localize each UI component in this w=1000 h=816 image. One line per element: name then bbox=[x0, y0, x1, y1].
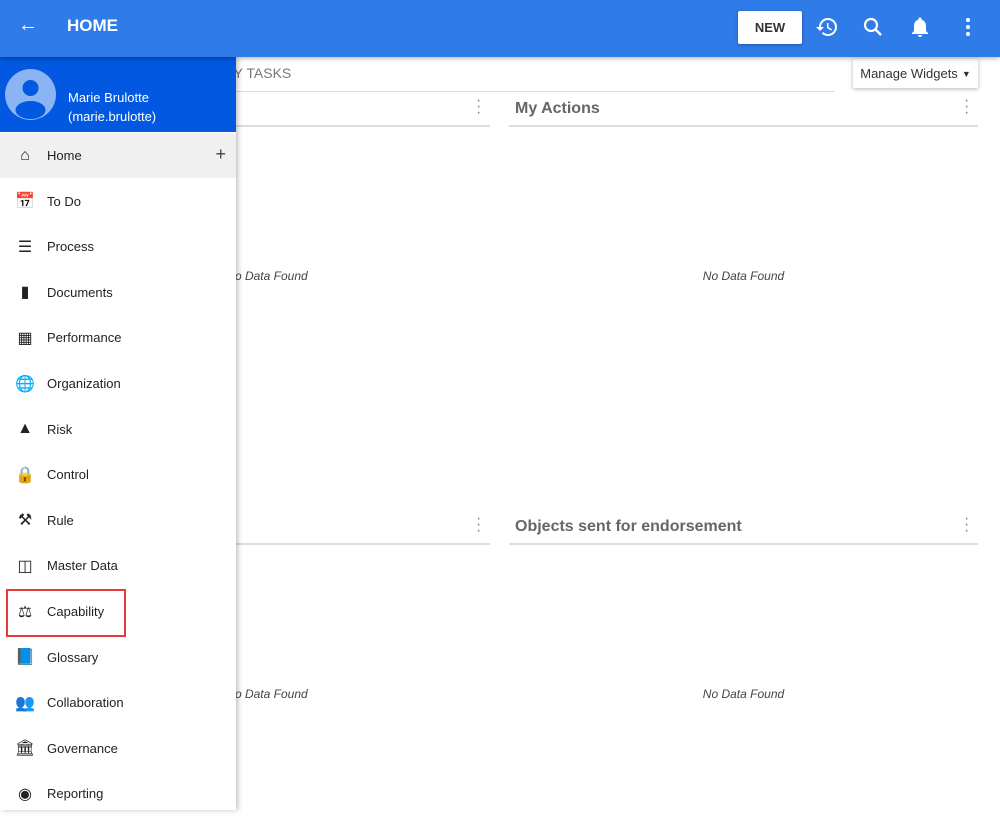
sidebar-item-label: Process bbox=[47, 239, 94, 255]
sidebar-item-process[interactable]: ☰ Process bbox=[0, 224, 236, 269]
avatar-icon bbox=[5, 69, 56, 120]
chart-icon: ▦ bbox=[17, 329, 33, 347]
more-vert-icon[interactable]: · · · bbox=[964, 511, 969, 539]
sidebar-item-documents[interactable]: ▮ Documents bbox=[0, 270, 236, 315]
sidebar-item-label: Governance bbox=[47, 740, 118, 756]
sidebar-item-label: Collaboration bbox=[47, 695, 124, 711]
sidebar-item-rule[interactable]: ⚒ Rule bbox=[0, 498, 236, 543]
widget-objects-sent-for-endorsement: Objects sent for endorsement · · · No Data … bbox=[509, 510, 978, 810]
user-profile[interactable]: Marie Brulotte (marie.brulotte) bbox=[0, 57, 236, 132]
sidebar-item-governance[interactable]: 🏛 Governance bbox=[0, 726, 236, 771]
sidebar-item-label: Rule bbox=[47, 512, 74, 528]
widget-title: My Actions bbox=[515, 100, 600, 117]
sidebar-item-label: Risk bbox=[47, 421, 73, 437]
bell-icon[interactable] bbox=[908, 15, 932, 39]
top-app-bar: ← HOME NEW bbox=[0, 0, 1000, 57]
sidebar-item-glossary[interactable]: 📘 Glossary bbox=[0, 635, 236, 680]
book-icon: 📘 bbox=[15, 649, 35, 667]
widget-title: Objects sent for endorsement bbox=[515, 518, 742, 535]
sidebar-item-label: To Do bbox=[47, 193, 81, 209]
sidebar-item-label: Performance bbox=[47, 330, 122, 346]
page-title: HOME bbox=[67, 16, 118, 35]
new-button[interactable]: NEW bbox=[738, 11, 802, 44]
gavel-icon: ⚒ bbox=[17, 512, 33, 530]
sidebar-item-label: Master Data bbox=[47, 558, 118, 574]
sidebar-item-to-do[interactable]: 📅 To Do bbox=[0, 179, 236, 224]
home-icon: ⌂ bbox=[20, 146, 30, 164]
sidebar-item-performance[interactable]: ▦ Performance bbox=[0, 315, 236, 360]
history-icon[interactable] bbox=[815, 15, 839, 39]
sidebar-item-label: Reporting bbox=[47, 786, 104, 802]
more-vert-icon[interactable]: · · · bbox=[964, 93, 969, 121]
lock-icon: 🔒 bbox=[15, 466, 35, 484]
widget-my-actions: My Actions · · · No Data Found bbox=[509, 92, 978, 492]
sidebar-item-label: Control bbox=[47, 467, 89, 483]
sidebar-item-label: Home bbox=[47, 148, 82, 163]
sidebar-item-label: Glossary bbox=[47, 649, 99, 665]
user-username: (marie.brulotte) bbox=[68, 109, 157, 124]
more-vert-icon[interactable]: · · · bbox=[476, 93, 481, 121]
more-vert-icon[interactable]: · · · bbox=[476, 511, 481, 539]
calendar-check-icon: 📅 bbox=[15, 193, 35, 211]
sidebar-item-collaboration[interactable]: 👥 Collaboration bbox=[0, 680, 236, 725]
no-data-text: No Data Found bbox=[702, 269, 785, 283]
plus-icon[interactable]: + bbox=[215, 144, 226, 165]
sidebar-item-risk[interactable]: ▲ Risk bbox=[0, 407, 236, 452]
process-icon: ☰ bbox=[17, 238, 33, 256]
target-icon: ◉ bbox=[18, 785, 32, 803]
highlight-box bbox=[6, 589, 126, 637]
manage-widgets-button[interactable]: Manage Widgets ▼ bbox=[853, 59, 978, 88]
sidebar-item-reporting[interactable]: ◉ Reporting bbox=[0, 771, 236, 816]
sidebar-item-home[interactable]: ⌂ Home + bbox=[0, 133, 236, 178]
user-name: Marie Brulotte bbox=[68, 90, 149, 105]
arrow-left-icon[interactable]: ← bbox=[18, 14, 38, 37]
caret-down-icon: ▼ bbox=[961, 68, 971, 79]
people-icon: 👥 bbox=[15, 694, 35, 712]
sidebar-item-control[interactable]: 🔒 Control bbox=[0, 452, 236, 497]
warning-icon: ▲ bbox=[17, 420, 33, 438]
more-vert-icon[interactable] bbox=[956, 15, 980, 39]
navigation-drawer: Marie Brulotte (marie.brulotte) ⌂ Home + 📅 To… bbox=[0, 57, 236, 810]
document-icon: ▮ bbox=[20, 284, 30, 302]
search-icon[interactable] bbox=[861, 15, 885, 39]
sidebar-item-master-data[interactable]: ◫ Master Data bbox=[0, 543, 236, 588]
globe-icon: 🌐 bbox=[15, 375, 35, 393]
manage-widgets-label: Manage Widgets bbox=[860, 66, 958, 81]
cubes-icon: ◫ bbox=[17, 557, 33, 575]
sidebar-item-organization[interactable]: 🌐 Organization bbox=[0, 361, 236, 406]
sidebar-item-label: Organization bbox=[47, 376, 121, 391]
no-data-text: No Data Found bbox=[702, 687, 785, 701]
sidebar-item-label: Documents bbox=[47, 284, 113, 300]
bank-icon: 🏛 bbox=[14, 740, 36, 758]
